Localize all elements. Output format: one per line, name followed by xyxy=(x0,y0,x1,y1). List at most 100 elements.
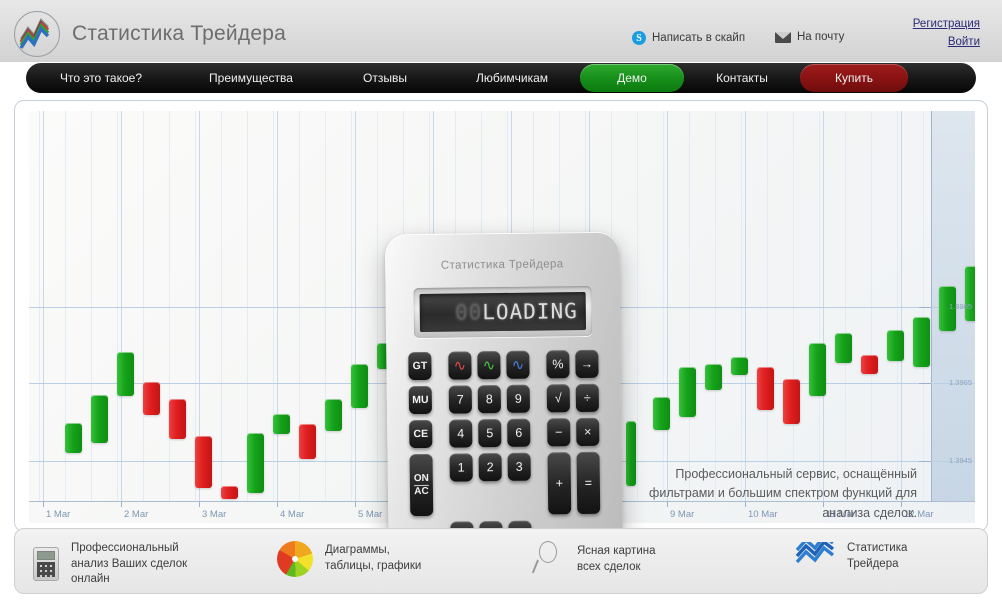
calc-key-add[interactable]: + xyxy=(547,452,572,515)
mail-link[interactable]: На почту xyxy=(775,31,844,43)
x-tick xyxy=(355,502,356,507)
x-tick xyxy=(121,502,122,507)
feature-label: Диаграммы, таблицы, графики xyxy=(325,544,422,572)
login-link[interactable]: Войти xyxy=(913,36,980,48)
calc-key-MU[interactable]: MU xyxy=(408,385,433,415)
gridline-vertical xyxy=(277,111,278,501)
candle-7-down xyxy=(221,486,238,499)
calc-key-chart-green-icon[interactable]: ∿ xyxy=(477,351,501,380)
calc-key-2[interactable]: 2 xyxy=(478,453,502,482)
calc-key-mul[interactable]: × xyxy=(576,417,600,447)
feature-label: Профессиональный анализ Ваших сделок онл… xyxy=(71,542,188,586)
gridline-vertical-minor xyxy=(793,111,794,501)
candle-11-up xyxy=(325,399,342,431)
keypad-row: CE 4 5 6− × xyxy=(409,417,600,449)
main-navigation: Что это такое? Преимущества Отзывы Любимчик… xyxy=(26,63,976,93)
calc-key-on-label: ON xyxy=(413,472,429,487)
nav-item-2[interactable]: Преимущества xyxy=(176,64,326,92)
gridline-vertical-minor xyxy=(637,111,638,501)
x-tick xyxy=(199,502,200,507)
promo-text: Профессиональный сервис, оснащённый филь… xyxy=(649,467,917,520)
feature-item-1: Профессиональный анализ Ваших сделок онл… xyxy=(33,541,187,588)
gridline-vertical-minor xyxy=(143,111,144,501)
calculator-widget[interactable]: Статистика Трейдера 00LOADING GT ∿ ∿ ∿% → MU 7… xyxy=(384,231,624,531)
candle-3-up xyxy=(117,352,134,396)
candle-10-down xyxy=(299,424,316,459)
calc-key-8[interactable]: 8 xyxy=(477,385,502,414)
calc-key-6[interactable]: 6 xyxy=(507,418,531,447)
candle-19-up xyxy=(653,397,670,430)
skype-link[interactable]: S Написать в скайп xyxy=(632,31,745,45)
calc-key-chart-red-icon[interactable]: ∿ xyxy=(448,351,472,380)
candle-22-up xyxy=(731,357,748,375)
calc-key-1[interactable]: 1 xyxy=(449,453,473,482)
trader-wave-logo-icon xyxy=(19,18,50,49)
calc-key-chart-blue-icon[interactable]: ∿ xyxy=(506,350,530,379)
candle-2-up xyxy=(91,395,108,443)
calc-key-arrow[interactable]: → xyxy=(575,349,599,379)
y-tick-label: 1.3945 xyxy=(949,456,972,465)
calc-key-on-ac[interactable]: ON AC xyxy=(409,453,434,517)
calc-key-5[interactable]: 5 xyxy=(478,419,502,448)
candle-6-down xyxy=(195,436,212,488)
gridline-vertical-minor xyxy=(923,111,924,501)
candle-9-up xyxy=(273,414,290,434)
calc-key-div[interactable]: ÷ xyxy=(575,383,599,413)
mail-label: На почту xyxy=(797,31,845,43)
brand-logo[interactable] xyxy=(14,11,60,57)
gridline-vertical-minor xyxy=(819,111,820,501)
magnifier-handle xyxy=(531,559,539,574)
gridline-vertical xyxy=(745,111,746,501)
x-tick-label: 2 Mar xyxy=(124,509,149,520)
nav-item-4[interactable]: Любимчикам xyxy=(444,64,580,92)
calc-key-pct[interactable]: % xyxy=(546,350,570,379)
y-tick xyxy=(919,461,931,462)
x-tick-label: 1 Mar xyxy=(46,509,71,520)
feature-label: Статистика Трейдера xyxy=(847,542,908,570)
gridline-vertical xyxy=(43,111,44,501)
skype-icon: S xyxy=(632,31,646,45)
hero-panel: 1 Mar2 Mar3 Mar4 Mar5 Mar6 Mar7 Mar8 Mar… xyxy=(14,100,988,532)
calculator-icon xyxy=(33,547,59,582)
nav-item-6[interactable]: Контакты xyxy=(684,64,800,92)
nav-item-1[interactable]: Что это такое? xyxy=(26,64,176,92)
y-tick xyxy=(919,383,931,384)
nav-item-5[interactable]: Демо xyxy=(580,64,684,92)
candle-25-up xyxy=(809,343,826,396)
calc-key-eq[interactable]: = xyxy=(576,451,601,515)
nav-item-3[interactable]: Отзывы xyxy=(326,64,444,92)
candle-4-down xyxy=(143,382,160,415)
gridline-vertical-minor xyxy=(767,111,768,501)
calc-key-9[interactable]: 9 xyxy=(506,384,531,413)
auth-links: Регистрация Войти xyxy=(913,18,980,54)
calc-key-sub[interactable]: − xyxy=(547,418,571,447)
calc-key-4[interactable]: 4 xyxy=(449,419,473,448)
calc-key-GT[interactable]: GT xyxy=(408,351,432,381)
gridline-vertical xyxy=(121,111,122,501)
nav-item-7[interactable]: Купить xyxy=(800,64,908,92)
gridline-vertical-minor xyxy=(897,111,898,501)
x-tick-label: 3 Mar xyxy=(202,509,227,520)
x-tick-label: 4 Mar xyxy=(280,509,305,520)
register-link[interactable]: Регистрация xyxy=(913,18,980,30)
gridline-vertical-minor xyxy=(377,111,378,501)
gridline-vertical-minor xyxy=(351,111,352,501)
chart-red-icon: ∿ xyxy=(453,357,467,375)
x-tick xyxy=(43,502,44,507)
candle-26-up xyxy=(835,333,852,363)
calculator-display-text: LOADING xyxy=(482,299,578,325)
calc-key-7[interactable]: 7 xyxy=(448,385,472,414)
page-title: Статистика Трейдера xyxy=(72,22,286,45)
calc-key-CE[interactable]: CE xyxy=(409,419,433,449)
candle-20-up xyxy=(679,367,696,417)
calculator-screen-bezel: 00LOADING xyxy=(413,285,593,339)
feature-bar: Профессиональный анализ Ваших сделок онл… xyxy=(14,528,988,594)
candle-1-up xyxy=(65,423,82,453)
calculator-display-dim: 00 xyxy=(454,300,483,325)
candle-5-down xyxy=(169,399,186,439)
calc-key-3[interactable]: 3 xyxy=(507,452,531,481)
gridline-vertical-minor xyxy=(871,111,872,501)
calc-key-sqrt[interactable]: √ xyxy=(546,384,570,413)
keypad-row: ON AC 1 2 3 + = xyxy=(409,451,601,517)
calculator-keypad: GT∿∿∿%→MU789√÷CE456−×ONAC123+=000· xyxy=(408,349,601,531)
